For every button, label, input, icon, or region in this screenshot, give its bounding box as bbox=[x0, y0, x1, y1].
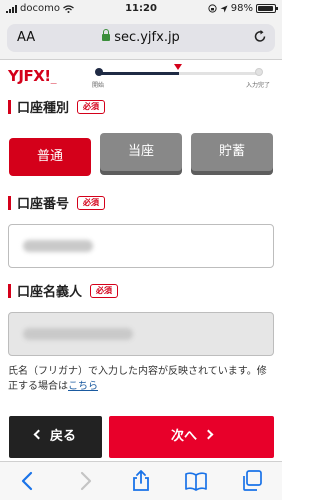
back-button-label: 戻る bbox=[49, 429, 76, 444]
orientation-lock-icon bbox=[208, 4, 217, 13]
chevron-left-icon bbox=[33, 429, 44, 440]
progress-current-marker bbox=[174, 64, 182, 70]
heading-accent-bar bbox=[8, 195, 11, 210]
location-icon bbox=[220, 5, 228, 12]
browser-address-area: AA sec.yjfx.jp bbox=[0, 18, 282, 60]
share-icon bbox=[133, 469, 149, 491]
share-button[interactable] bbox=[129, 469, 153, 492]
forward-icon bbox=[80, 471, 92, 491]
redacted-value bbox=[23, 328, 133, 340]
progress-end-dot bbox=[255, 68, 263, 76]
note-text: 氏名（フリガナ）で入力した内容が反映されています。修正する場合は bbox=[8, 366, 267, 392]
redacted-value bbox=[23, 240, 93, 252]
account-type-checking-button[interactable]: 当座 bbox=[100, 133, 182, 171]
account-holder-input[interactable] bbox=[8, 312, 274, 356]
progress-start-label: 開始 bbox=[92, 82, 105, 89]
url-text: sec.yjfx.jp bbox=[114, 30, 180, 45]
account-holder-heading: 口座名義人 必須 bbox=[8, 281, 119, 300]
yahoo-mark: ― bbox=[50, 80, 57, 87]
progress-start-dot bbox=[95, 68, 103, 76]
reload-icon bbox=[254, 30, 266, 42]
browser-forward-button[interactable] bbox=[73, 470, 97, 492]
browser-back-button[interactable] bbox=[16, 470, 40, 492]
back-button[interactable]: 戻る bbox=[9, 416, 102, 458]
battery-icon bbox=[256, 4, 278, 13]
holder-name-note: 氏名（フリガナ）で入力した内容が反映されています。修正する場合はこちら bbox=[8, 364, 276, 394]
required-badge: 必須 bbox=[90, 283, 119, 298]
progress-track bbox=[98, 72, 260, 75]
lock-icon bbox=[102, 29, 111, 41]
reload-button[interactable] bbox=[254, 30, 267, 47]
account-type-ordinary-button[interactable]: 普通 bbox=[9, 138, 91, 176]
status-right: 98% bbox=[208, 3, 278, 14]
account-type-selector: 普通 当座 貯蓄 bbox=[9, 133, 273, 179]
required-badge: 必須 bbox=[77, 195, 106, 210]
account-type-label: 口座種別 bbox=[17, 101, 70, 116]
progress-fill bbox=[98, 72, 179, 75]
heading-accent-bar bbox=[8, 99, 11, 114]
edit-name-link[interactable]: こちら bbox=[68, 381, 98, 392]
account-number-heading: 口座番号 必須 bbox=[8, 193, 106, 212]
progress-end-label: 入力完了 bbox=[246, 82, 271, 89]
required-badge: 必須 bbox=[77, 99, 106, 114]
account-type-heading: 口座種別 必須 bbox=[8, 97, 106, 116]
back-icon bbox=[21, 471, 33, 491]
next-button[interactable]: 次へ bbox=[109, 416, 274, 458]
next-button-label: 次へ bbox=[170, 429, 197, 444]
bookmarks-icon bbox=[185, 472, 207, 491]
status-bar: docomo 11:20 98% bbox=[0, 0, 282, 18]
account-type-savings-button[interactable]: 貯蓄 bbox=[191, 133, 273, 171]
logo: YJFX!― bbox=[8, 67, 57, 87]
url-display[interactable]: sec.yjfx.jp bbox=[7, 29, 275, 45]
brand-header: YJFX!― 開始 入力完了 bbox=[0, 61, 282, 91]
address-bar[interactable]: AA sec.yjfx.jp bbox=[7, 24, 275, 52]
tabs-icon bbox=[243, 470, 262, 491]
heading-accent-bar bbox=[8, 283, 11, 298]
bookmarks-button[interactable] bbox=[184, 470, 208, 492]
battery-percent: 98% bbox=[230, 3, 253, 14]
account-number-label: 口座番号 bbox=[17, 197, 70, 212]
browser-toolbar bbox=[0, 461, 282, 500]
account-number-input[interactable] bbox=[8, 224, 274, 268]
account-holder-label: 口座名義人 bbox=[17, 285, 83, 300]
chevron-right-icon bbox=[203, 429, 214, 440]
tabs-button[interactable] bbox=[240, 470, 264, 492]
logo-text: YJFX! bbox=[8, 67, 51, 85]
